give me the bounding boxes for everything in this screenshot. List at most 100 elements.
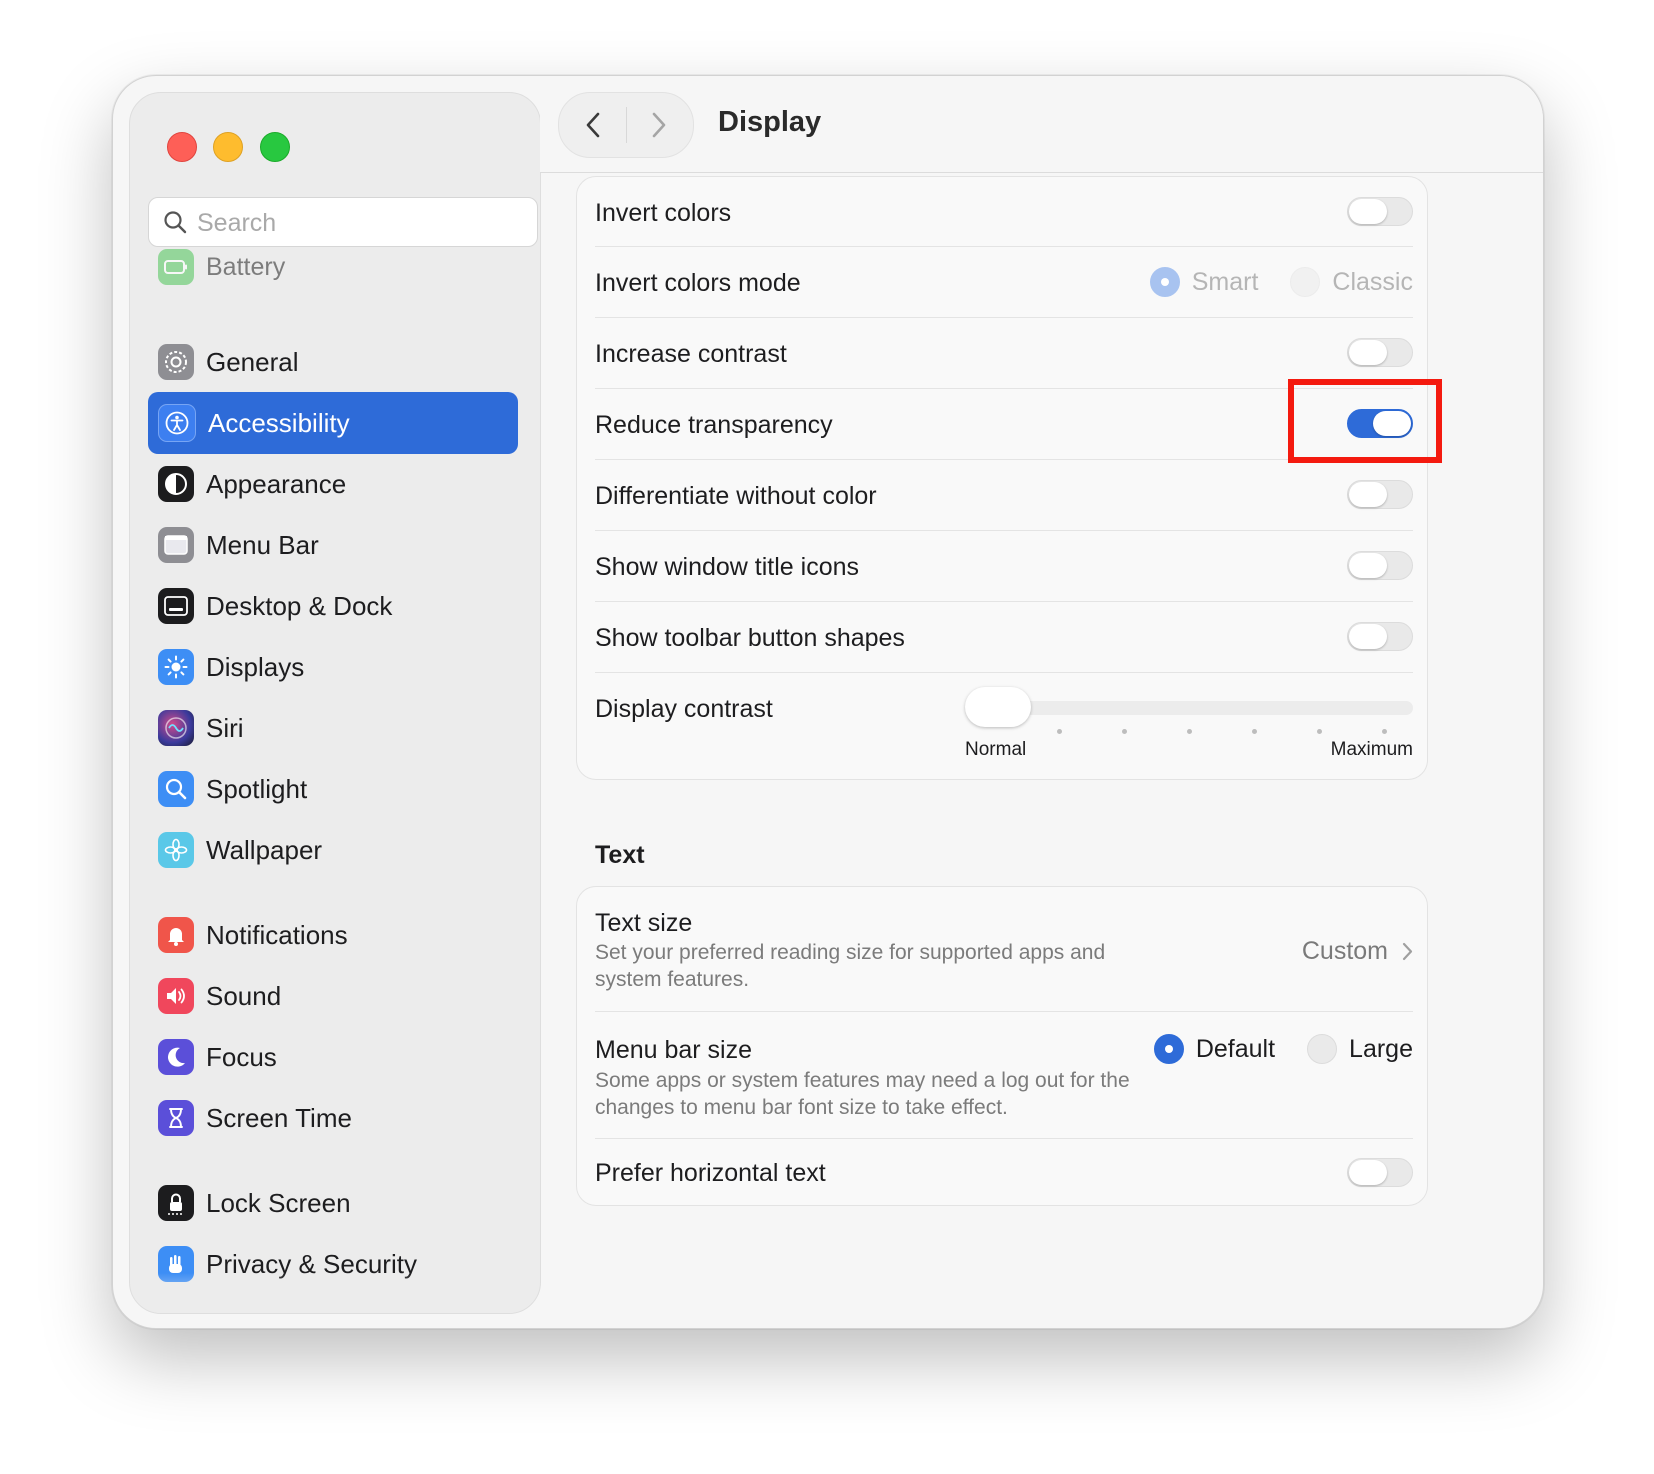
sidebar-item-displays[interactable]: Displays: [148, 636, 518, 698]
invert-colors-toggle[interactable]: [1347, 197, 1413, 226]
siri-icon: [158, 710, 194, 746]
toggle-knob: [1349, 340, 1387, 365]
bell-icon: [158, 917, 194, 953]
sidebar-item-screen-time[interactable]: Screen Time: [148, 1087, 518, 1149]
row-label: Differentiate without color: [595, 482, 877, 510]
row-label: Menu bar size: [595, 1036, 753, 1064]
row-label: Show toolbar button shapes: [595, 624, 905, 652]
sidebar-item-battery[interactable]: Battery: [158, 249, 285, 285]
text-section-title: Text: [595, 841, 645, 869]
accessibility-icon: [158, 404, 196, 442]
sidebar-item-label: Appearance: [206, 468, 347, 499]
sidebar-item-general[interactable]: General: [148, 331, 518, 393]
prefer-horizontal-text-toggle[interactable]: [1347, 1158, 1413, 1187]
show-toolbar-button-shapes-toggle[interactable]: [1347, 622, 1413, 651]
sidebar-item-menu-bar[interactable]: Menu Bar: [148, 514, 518, 576]
chevron-right-icon: [1402, 942, 1413, 961]
annotation-highlight-box: [1288, 379, 1442, 463]
sidebar-item-label: General: [206, 346, 299, 377]
display-contrast-row: Display contrast Normal Maximum: [595, 673, 1413, 779]
display-contrast-slider-track[interactable]: [965, 701, 1413, 715]
row-label: Invert colors mode: [595, 269, 801, 297]
sidebar-item-notifications[interactable]: Notifications: [148, 904, 518, 966]
sidebar-item-label: Sound: [206, 980, 282, 1011]
toolbar: Display: [540, 76, 1543, 173]
sidebar-item-accessibility[interactable]: Accessibility: [148, 392, 518, 454]
sidebar-item-siri[interactable]: Siri: [148, 697, 518, 759]
sidebar-item-sound[interactable]: Sound: [148, 965, 518, 1027]
slider-min-label: Normal: [965, 739, 1027, 760]
navigation-buttons: [558, 92, 694, 158]
toggle-knob: [1349, 482, 1387, 507]
default-radio[interactable]: [1153, 1034, 1184, 1064]
increase-contrast-toggle[interactable]: [1347, 338, 1413, 367]
menu-bar-size-options: Default Large: [1153, 1034, 1413, 1064]
show-window-title-icons-toggle[interactable]: [1347, 551, 1413, 580]
sidebar-item-label: Focus: [206, 1041, 277, 1072]
sidebar-item-label: Siri: [206, 712, 244, 743]
sidebar-item-label: Lock Screen: [206, 1187, 351, 1218]
back-button[interactable]: [573, 105, 613, 145]
sidebar-item-label: Accessibility: [208, 407, 350, 438]
radio-label: Classic: [1332, 267, 1413, 296]
sidebar-item-lock-screen[interactable]: Lock Screen: [148, 1172, 518, 1234]
dock-icon: [158, 588, 194, 624]
invert-colors-mode-row: Invert colors mode Smart Classic: [595, 247, 1413, 318]
row-label: Invert colors: [595, 199, 732, 227]
toggle-knob: [1349, 1160, 1387, 1185]
sun-icon: [158, 649, 194, 685]
row-description: Some apps or system features may need a …: [595, 1069, 1130, 1119]
row-label: Reduce transparency: [595, 411, 833, 439]
slider-tick: [1187, 729, 1192, 734]
appearance-icon: [158, 466, 194, 502]
slider-tick: [1317, 729, 1322, 734]
search-field[interactable]: [148, 197, 538, 247]
invert-colors-row: Invert colors: [595, 177, 1413, 247]
row-label: Prefer horizontal text: [595, 1159, 826, 1187]
close-window-button[interactable]: [167, 132, 197, 162]
magnifier-icon: [158, 771, 194, 807]
differentiate-without-color-toggle[interactable]: [1347, 480, 1413, 509]
menu-bar-icon: [158, 527, 194, 563]
flower-icon: [158, 832, 194, 868]
search-input[interactable]: [195, 206, 529, 240]
forward-button[interactable]: [639, 105, 679, 145]
toggle-knob: [1349, 553, 1387, 578]
slider-tick: [1057, 729, 1062, 734]
zoom-window-button[interactable]: [260, 132, 290, 162]
chevron-right-icon: [652, 112, 666, 138]
row-label: Text size: [595, 909, 693, 937]
classic-radio[interactable]: [1290, 267, 1321, 297]
show-window-title-icons-row: Show window title icons: [595, 531, 1413, 602]
large-radio[interactable]: [1307, 1034, 1338, 1064]
display-contrast-slider-thumb[interactable]: [965, 687, 1031, 727]
gear-icon: [158, 344, 194, 380]
moon-icon: [158, 1039, 194, 1075]
lock-icon: [158, 1185, 194, 1221]
sidebar-item-label: Menu Bar: [206, 529, 319, 560]
toggle-knob: [1349, 624, 1387, 649]
radio-label: Large: [1349, 1034, 1413, 1063]
sidebar-item-appearance[interactable]: Appearance: [148, 453, 518, 515]
slider-tick: [1382, 729, 1387, 734]
sidebar-item-spotlight[interactable]: Spotlight: [148, 758, 518, 820]
slider-tick: [1122, 729, 1127, 734]
smart-radio[interactable]: [1149, 267, 1180, 297]
sidebar-item-focus[interactable]: Focus: [148, 1026, 518, 1088]
slider-max-label: Maximum: [1330, 739, 1413, 760]
text-size-value[interactable]: Custom: [1302, 937, 1413, 966]
display-settings-group: Invert colors Invert colors mode Smart C…: [576, 176, 1428, 780]
sidebar-item-label: Screen Time: [206, 1102, 352, 1133]
sidebar-item-desktop-dock[interactable]: Desktop & Dock: [148, 575, 518, 637]
row-label: Increase contrast: [595, 340, 787, 368]
minimize-window-button[interactable]: [213, 132, 243, 162]
row-description: Set your preferred reading size for supp…: [595, 941, 1106, 991]
toggle-knob: [1349, 199, 1387, 224]
speaker-icon: [158, 978, 194, 1014]
sidebar-item-wallpaper[interactable]: Wallpaper: [148, 819, 518, 881]
differentiate-without-color-row: Differentiate without color: [595, 460, 1413, 531]
slider-tick: [1252, 729, 1257, 734]
menu-bar-size-row: Menu bar size Some apps or system featur…: [595, 1012, 1413, 1139]
text-size-row[interactable]: Text size Set your preferred reading siz…: [595, 887, 1413, 1012]
sidebar-item-label: Spotlight: [206, 773, 308, 804]
